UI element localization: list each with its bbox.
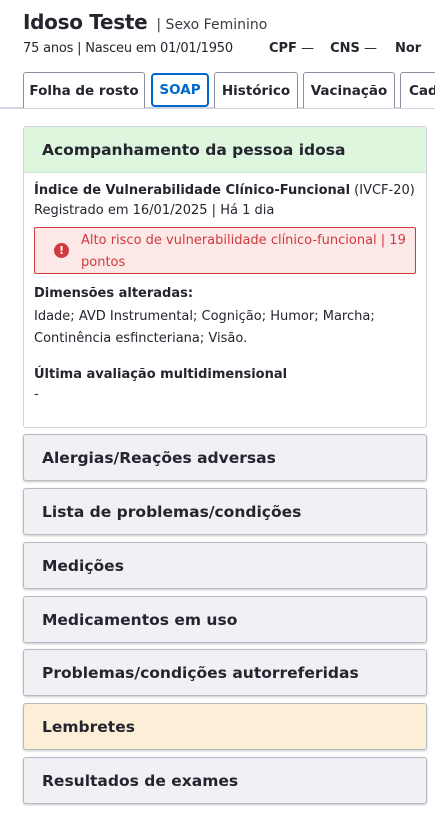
dimensions-text: Idade; AVD Instrumental; Cognição; Humor… bbox=[34, 309, 375, 346]
tab-historico[interactable]: Histórico bbox=[214, 72, 298, 108]
section-measurements[interactable]: Medições bbox=[23, 542, 427, 589]
section-title: Resultados de exames bbox=[42, 771, 239, 790]
last-evaluation-title: Última avaliação multidimensional bbox=[34, 367, 288, 382]
section-exam-results[interactable]: Resultados de exames bbox=[23, 757, 427, 804]
ivcf-line: Índice de Vulnerabilidade Clínico-Funcio… bbox=[34, 183, 416, 198]
cpf-label: CPF bbox=[268, 41, 297, 56]
section-title: Lista de problemas/condições bbox=[42, 502, 302, 521]
elderly-care-header[interactable]: Acompanhamento da pessoa idosa bbox=[24, 127, 426, 173]
registered-date: Registrado em 16/01/2025 | Há 1 dia bbox=[34, 203, 275, 218]
patient-name: Idoso Teste bbox=[23, 10, 148, 34]
ivcf-title: Índice de Vulnerabilidade Clínico-Funcio… bbox=[34, 183, 351, 198]
last-evaluation-value: - bbox=[34, 387, 39, 402]
patient-sex: | Sexo Feminino bbox=[156, 17, 268, 33]
section-title: Alergias/Reações adversas bbox=[42, 448, 276, 467]
tab-vacinacao[interactable]: Vacinação bbox=[303, 72, 395, 108]
nome-social-label: Nor bbox=[395, 41, 422, 56]
section-medications[interactable]: Medicamentos em uso bbox=[23, 596, 427, 643]
tab-cadastro[interactable]: Cad bbox=[400, 72, 435, 108]
tab-folha-de-rosto[interactable]: Folha de rosto bbox=[23, 72, 145, 108]
dimensions-title: Dimensões alteradas: bbox=[34, 286, 194, 301]
patient-cns: CNS — bbox=[330, 41, 377, 56]
section-title: Problemas/condições autorreferidas bbox=[42, 663, 359, 682]
risk-alert-text: Alto risco de vulnerabilidade clínico-fu… bbox=[81, 233, 406, 270]
patient-age-birth: 75 anos | Nasceu em 01/01/1950 bbox=[23, 41, 233, 56]
section-title: Lembretes bbox=[42, 717, 135, 736]
section-title: Medicamentos em uso bbox=[42, 610, 238, 629]
elderly-care-card: Acompanhamento da pessoa idosa Índice de… bbox=[23, 126, 427, 428]
patient-header: Idoso Teste | Sexo Feminino 75 anos | Na… bbox=[23, 10, 435, 56]
cns-label: CNS bbox=[330, 41, 360, 56]
exclamation-icon: ! bbox=[54, 243, 69, 258]
patient-cpf: CPF — bbox=[269, 41, 314, 56]
risk-alert: ! Alto risco de vulnerabilidade clínico-… bbox=[34, 227, 416, 274]
cns-value: — bbox=[364, 41, 377, 56]
tab-bar: Folha de rosto SOAP Histórico Vacinação … bbox=[23, 72, 435, 108]
section-self-reported-problems[interactable]: Problemas/condições autorreferidas bbox=[23, 649, 427, 696]
ivcf-abbr: (IVCF-20) bbox=[354, 183, 415, 198]
section-problems-list[interactable]: Lista de problemas/condições bbox=[23, 488, 427, 535]
section-reminders[interactable]: Lembretes bbox=[23, 703, 427, 750]
section-allergies[interactable]: Alergias/Reações adversas bbox=[23, 434, 427, 481]
cpf-value: — bbox=[301, 41, 315, 56]
elderly-care-title: Acompanhamento da pessoa idosa bbox=[42, 140, 346, 159]
tab-soap[interactable]: SOAP bbox=[151, 73, 209, 107]
section-title: Medições bbox=[42, 556, 124, 575]
